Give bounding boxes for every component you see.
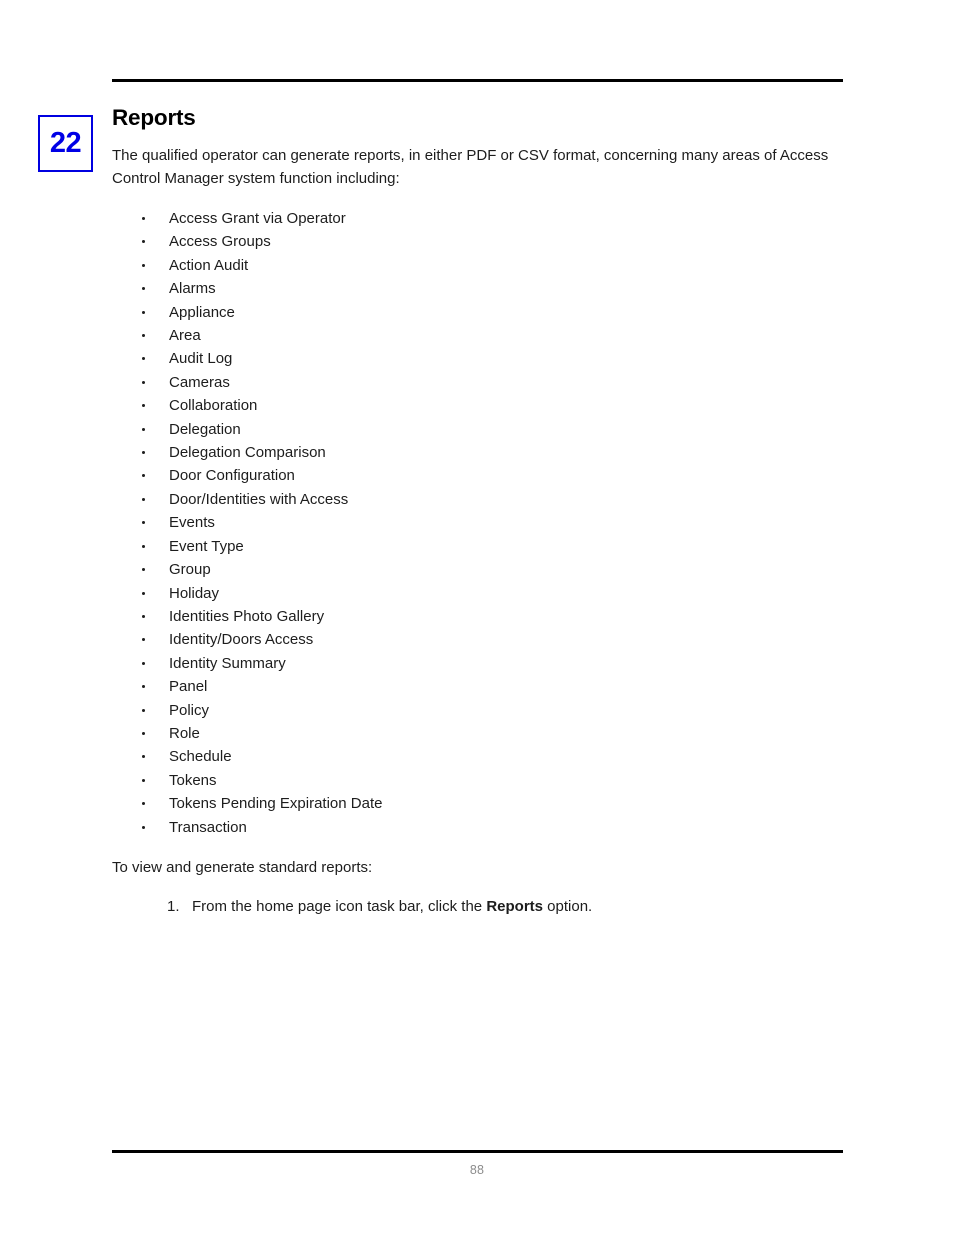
list-item-label: Alarms — [169, 280, 216, 298]
list-item-label: Identities Photo Gallery — [169, 607, 325, 625]
bullet-icon — [142, 334, 145, 338]
list-item-label: Access Grant via Operator — [169, 210, 346, 227]
list-item-label: Transaction — [169, 818, 247, 836]
bullet-icon — [142, 380, 145, 384]
procedure-step: 1. From the home page icon task bar, clic… — [112, 895, 843, 918]
footer-rule — [112, 1150, 843, 1153]
bullet-icon — [142, 638, 145, 642]
list-item-label: Tokens — [169, 771, 217, 789]
chapter-number-badge: 22 — [38, 115, 93, 172]
content-column: Reports The qualified operator can gener… — [112, 104, 843, 918]
bullet-icon — [142, 802, 145, 806]
list-item: Door/Identities with Access — [112, 488, 843, 511]
list-item-label: Policy — [169, 701, 210, 719]
list-item-label: Identity/Doors Access — [169, 631, 314, 649]
list-item: Events — [112, 511, 843, 534]
list-item: Tokens — [112, 769, 843, 792]
list-item: Audit Log — [112, 347, 843, 370]
list-item-label: Panel — [169, 678, 208, 696]
list-item-label: Schedule — [169, 748, 232, 766]
bullet-icon — [142, 427, 145, 431]
bullet-icon — [142, 217, 145, 220]
procedure-intro: To view and generate standard reports: — [112, 858, 373, 876]
list-item-label: Group — [169, 561, 211, 579]
bullet-icon — [142, 263, 145, 267]
list-item: Tokens Pending Expiration Date — [112, 792, 843, 815]
list-item: Appliance — [112, 301, 843, 324]
list-item-label: Cameras — [169, 373, 230, 391]
list-item-label: Door Configuration — [169, 467, 295, 485]
intro-paragraph: The qualified operator can generate repo… — [112, 147, 829, 187]
bullet-icon — [142, 404, 145, 408]
list-item: Identities Photo Gallery — [112, 605, 843, 628]
page-number: 88 — [469, 1163, 485, 1177]
list-item: Delegation Comparison — [112, 441, 843, 464]
bullet-icon — [142, 240, 145, 244]
list-item-label: Events — [169, 514, 215, 532]
list-item-label: Tokens Pending Expiration Date — [169, 795, 383, 813]
list-item: Policy — [112, 699, 843, 722]
step-emphasis: Reports — [486, 898, 543, 916]
list-item-label: Collaboration — [169, 397, 258, 415]
list-item: Alarms — [112, 277, 843, 300]
document-page: 22 Reports The qualified operator can ge… — [0, 0, 954, 1235]
bullet-icon — [142, 755, 145, 759]
bullet-icon — [142, 287, 145, 291]
list-item: Panel — [112, 675, 843, 698]
step-number: 1. — [167, 898, 180, 916]
list-item-label: Role — [169, 724, 200, 742]
list-item: Role — [112, 722, 843, 745]
list-item-label: Appliance — [169, 303, 235, 321]
chapter-number: 22 — [49, 127, 82, 159]
bullet-icon — [142, 474, 145, 478]
bullet-icon — [142, 685, 145, 689]
list-item: Door Configuration — [112, 464, 843, 487]
bullet-icon — [142, 731, 145, 735]
page-title: Reports — [112, 105, 196, 130]
list-item: Transaction — [112, 816, 843, 839]
list-item-label: Event Type — [169, 537, 244, 555]
step-text-after: option. — [543, 898, 593, 916]
bullet-icon — [142, 825, 145, 829]
bullet-icon — [142, 521, 145, 525]
list-item-label: Identity Summary — [169, 654, 286, 672]
list-item-label: Delegation — [169, 420, 241, 438]
list-item-label: Audit Log — [169, 350, 233, 368]
procedure-step-list: 1. From the home page icon task bar, clic… — [112, 895, 843, 918]
bullet-icon — [142, 708, 145, 712]
list-item-label: Holiday — [169, 584, 220, 602]
list-item-label: Action Audit — [169, 256, 249, 274]
list-item: Holiday — [112, 582, 843, 605]
bullet-icon — [142, 591, 145, 595]
list-item-label: Door/Identities with Access — [169, 490, 349, 508]
list-item-label: Delegation Comparison — [169, 444, 326, 462]
list-item: Event Type — [112, 535, 843, 558]
bullet-icon — [142, 778, 145, 782]
list-item: Action Audit — [112, 254, 843, 277]
list-item: Delegation — [112, 418, 843, 441]
list-item: Schedule — [112, 745, 843, 768]
list-item-label: Access Groups — [169, 233, 271, 251]
bullet-icon — [142, 661, 145, 665]
bullet-icon — [142, 568, 145, 572]
list-item: Access Grant via Operator — [112, 207, 843, 230]
list-item-label: Area — [169, 327, 201, 345]
step-text-before: From the home page icon task bar, click … — [192, 898, 487, 916]
bullet-icon — [142, 451, 145, 455]
bullet-icon — [142, 544, 145, 548]
bullet-icon — [142, 497, 145, 501]
list-item: Identity/Doors Access — [112, 628, 843, 651]
bullet-icon — [142, 614, 145, 618]
list-item: Group — [112, 558, 843, 581]
header-rule — [112, 79, 843, 82]
list-item: Cameras — [112, 371, 843, 394]
list-item: Access Groups — [112, 230, 843, 253]
bullet-icon — [142, 310, 145, 314]
list-item: Identity Summary — [112, 652, 843, 675]
report-types-list: Access Grant via Operator Access Groups Ac… — [112, 207, 843, 839]
bullet-icon — [142, 357, 145, 361]
list-item: Collaboration — [112, 394, 843, 417]
list-item: Area — [112, 324, 843, 347]
